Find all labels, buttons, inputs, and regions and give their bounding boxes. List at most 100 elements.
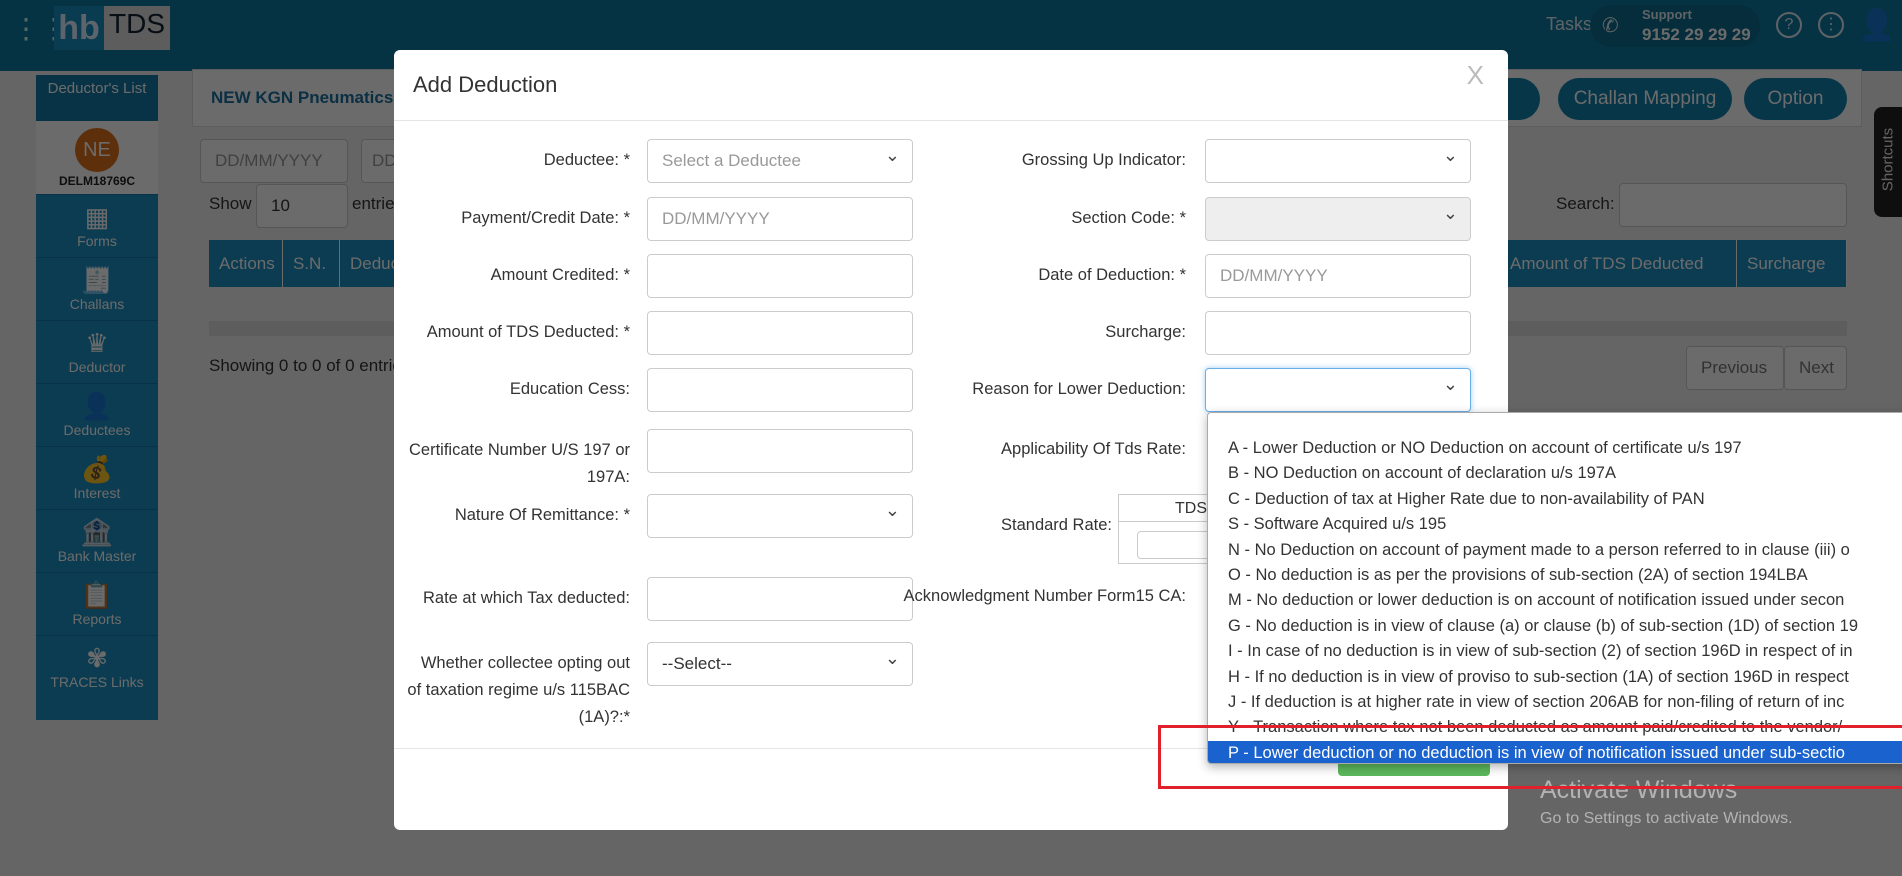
reason-option[interactable]: O - No deduction is as per the provision… bbox=[1208, 563, 1902, 588]
sidebar-item-deductor[interactable]: ♛ Deductor bbox=[36, 320, 158, 383]
rate-at-which-tax-deducted-label: Rate at which Tax deducted: bbox=[423, 589, 630, 607]
more-options-icon[interactable]: ⋮ bbox=[1818, 12, 1844, 38]
education-cess-label: Education Cess: bbox=[509, 380, 630, 398]
column-header-surcharge[interactable]: Surcharge bbox=[1737, 240, 1847, 287]
logo-tds: TDS bbox=[104, 6, 170, 50]
deductor-id: DELM18769C bbox=[58, 174, 136, 188]
sidebar-item-forms[interactable]: ▦ Forms bbox=[36, 194, 158, 257]
reason-option[interactable]: M - No deduction or lower deduction is o… bbox=[1208, 588, 1902, 613]
logo-hb: hb bbox=[54, 6, 104, 50]
bank-master-icon: 🏦 bbox=[80, 517, 114, 547]
payment-credit-date-label: Payment/Credit Date: * bbox=[461, 209, 630, 227]
deductor-avatar[interactable]: NE DELM18769C bbox=[36, 121, 158, 194]
sidebar-item-interest[interactable]: 💰 Interest bbox=[36, 446, 158, 509]
applicability-label: Applicability Of Tds Rate: bbox=[1001, 440, 1186, 458]
sidebar-item-label: Reports bbox=[72, 611, 122, 627]
surcharge-label: Surcharge: bbox=[1105, 323, 1186, 341]
column-header-actions[interactable]: Actions bbox=[209, 240, 283, 287]
whether-collectee-opting-out-of-taxation-regime-u-s-115bac-1a-label: Whether collectee opting out of taxation… bbox=[407, 654, 630, 726]
support-badge[interactable]: ✆ Support 9152 29 29 29 bbox=[1590, 5, 1760, 47]
shortcuts-label: Shortcuts bbox=[1879, 127, 1897, 192]
date-of-deduction-input[interactable]: DD/MM/YYYY bbox=[1205, 254, 1471, 298]
acknowledgment-label: Acknowledgment Number Form15 CA: bbox=[903, 587, 1186, 605]
grossing-up-indicator-select[interactable] bbox=[1205, 134, 1471, 183]
entries-select[interactable]: 10 bbox=[256, 184, 348, 228]
date-of-deduction-label: Date of Deduction: * bbox=[1038, 266, 1186, 284]
header-divider bbox=[394, 120, 1508, 121]
breadcrumb[interactable]: NEW KGN Pneumatics > bbox=[211, 88, 408, 108]
grossing-up-indicator-label: Grossing Up Indicator: bbox=[1021, 151, 1186, 169]
reason-option[interactable]: A - Lower Deduction or NO Deduction on a… bbox=[1208, 436, 1902, 461]
nature-of-remittance-label: Nature Of Remittance: * bbox=[454, 506, 630, 524]
search-label: Search: bbox=[1556, 194, 1615, 213]
date-from-input[interactable]: DD/MM/YYYY bbox=[200, 139, 348, 183]
search-input[interactable] bbox=[1619, 183, 1847, 227]
user-icon[interactable]: 👤 bbox=[1858, 8, 1895, 43]
reason-option[interactable]: I - In case of no deduction is in view o… bbox=[1208, 639, 1902, 664]
sidebar-item-label: Deductor bbox=[68, 359, 126, 375]
support-phone: 9152 29 29 29 bbox=[1642, 25, 1751, 44]
support-label: Support bbox=[1642, 7, 1692, 22]
standard-rate-table: TDS bbox=[1118, 494, 1219, 564]
challan-mapping-button[interactable]: Challan Mapping bbox=[1558, 78, 1732, 120]
deductors-list-link[interactable]: Deductor's List bbox=[36, 75, 158, 121]
deductee-label: Deductee: * bbox=[543, 151, 630, 169]
sidebar-item-reports[interactable]: 📋 Reports bbox=[36, 572, 158, 635]
previous-button[interactable]: Previous bbox=[1686, 346, 1784, 390]
forms-icon: ▦ bbox=[84, 202, 110, 232]
annotation-highlight-box bbox=[1158, 725, 1902, 789]
amount-credited-label: Amount Credited: * bbox=[490, 266, 630, 284]
column-header-tds-deducted[interactable]: Amount of TDS Deducted bbox=[1500, 240, 1737, 287]
sidebar-item-traces-links[interactable]: ✾ TRACES Links bbox=[36, 635, 158, 698]
reason-option[interactable]: S - Software Acquired u/s 195 bbox=[1208, 512, 1902, 537]
reports-icon: 📋 bbox=[80, 580, 114, 610]
reason-option[interactable]: H - If no deduction is in view of provis… bbox=[1208, 665, 1902, 690]
challans-icon: 🧾 bbox=[80, 265, 114, 295]
traces-links-icon: ✾ bbox=[86, 643, 108, 673]
sidebar-item-label: Forms bbox=[77, 233, 117, 249]
apps-grid-icon[interactable]: ⋮⋮⋮ bbox=[12, 14, 96, 44]
reason-option[interactable]: C - Deduction of tax at Higher Rate due … bbox=[1208, 487, 1902, 512]
amount-of-tds-deducted-label: Amount of TDS Deducted: * bbox=[426, 323, 630, 341]
phone-icon: ✆ bbox=[1602, 15, 1619, 37]
sidebar-item-bank-master[interactable]: 🏦 Bank Master bbox=[36, 509, 158, 572]
standard-rate-label: Standard Rate: bbox=[1001, 516, 1112, 534]
column-header-sn[interactable]: S.N. bbox=[283, 240, 340, 287]
reason-for-lower-deduction-label: Reason for Lower Deduction: bbox=[972, 380, 1186, 398]
surcharge-input[interactable] bbox=[1205, 311, 1471, 355]
close-icon[interactable]: X bbox=[1467, 60, 1484, 91]
deductor-icon: ♛ bbox=[85, 328, 109, 358]
sidebar-item-deductees[interactable]: 👤 Deductees bbox=[36, 383, 158, 446]
reason-option[interactable]: J - If deduction is at higher rate in vi… bbox=[1208, 690, 1902, 715]
reason-for-lower-deduction-select[interactable] bbox=[1205, 363, 1471, 412]
section-code-label: Section Code: * bbox=[1071, 209, 1186, 227]
tasks-link[interactable]: Tasks bbox=[1546, 14, 1592, 35]
sidebar: Deductor's List NE DELM18769C ▦ Forms 🧾 Chal… bbox=[36, 75, 158, 720]
modal-title: Add Deduction bbox=[413, 72, 558, 97]
sidebar-item-label: Deductees bbox=[63, 422, 131, 438]
sidebar-item-label: TRACES Links bbox=[50, 674, 144, 690]
reason-dropdown-list: A - Lower Deduction or NO Deduction on a… bbox=[1207, 412, 1902, 764]
whether-collectee-opting-out-of-taxation-regime-u-s-115bac-1a-select[interactable]: --Select-- bbox=[647, 637, 913, 686]
certificate-number-u-s-197-or-197a-label: Certificate Number U/S 197 or 197A: bbox=[408, 441, 630, 486]
next-button[interactable]: Next bbox=[1784, 346, 1847, 390]
rate-table-header-tds: TDS bbox=[1119, 495, 1217, 522]
interest-icon: 💰 bbox=[80, 454, 114, 484]
shortcuts-tab[interactable]: Shortcuts bbox=[1874, 107, 1902, 217]
avatar: NE bbox=[75, 128, 119, 172]
option-button[interactable]: Option bbox=[1744, 78, 1847, 120]
sidebar-item-label: Bank Master bbox=[57, 548, 137, 564]
logo[interactable]: hb TDS bbox=[54, 6, 170, 50]
reason-option[interactable]: N - No Deduction on account of payment m… bbox=[1208, 538, 1902, 563]
showing-entries-text: Showing 0 to 0 of 0 entries bbox=[209, 356, 411, 375]
show-label: Show bbox=[209, 194, 252, 213]
reason-option[interactable]: G - No deduction is in view of clause (a… bbox=[1208, 614, 1902, 639]
section-code-select[interactable] bbox=[1205, 192, 1471, 241]
activate-windows-subtitle: Go to Settings to activate Windows. bbox=[1540, 810, 1793, 827]
help-icon[interactable]: ? bbox=[1776, 12, 1802, 38]
reason-option[interactable]: B - NO Deduction on account of declarati… bbox=[1208, 461, 1902, 486]
sidebar-item-challans[interactable]: 🧾 Challans bbox=[36, 257, 158, 320]
deductees-icon: 👤 bbox=[80, 391, 114, 421]
sidebar-item-label: Interest bbox=[73, 485, 121, 501]
sidebar-item-label: Challans bbox=[69, 296, 125, 312]
